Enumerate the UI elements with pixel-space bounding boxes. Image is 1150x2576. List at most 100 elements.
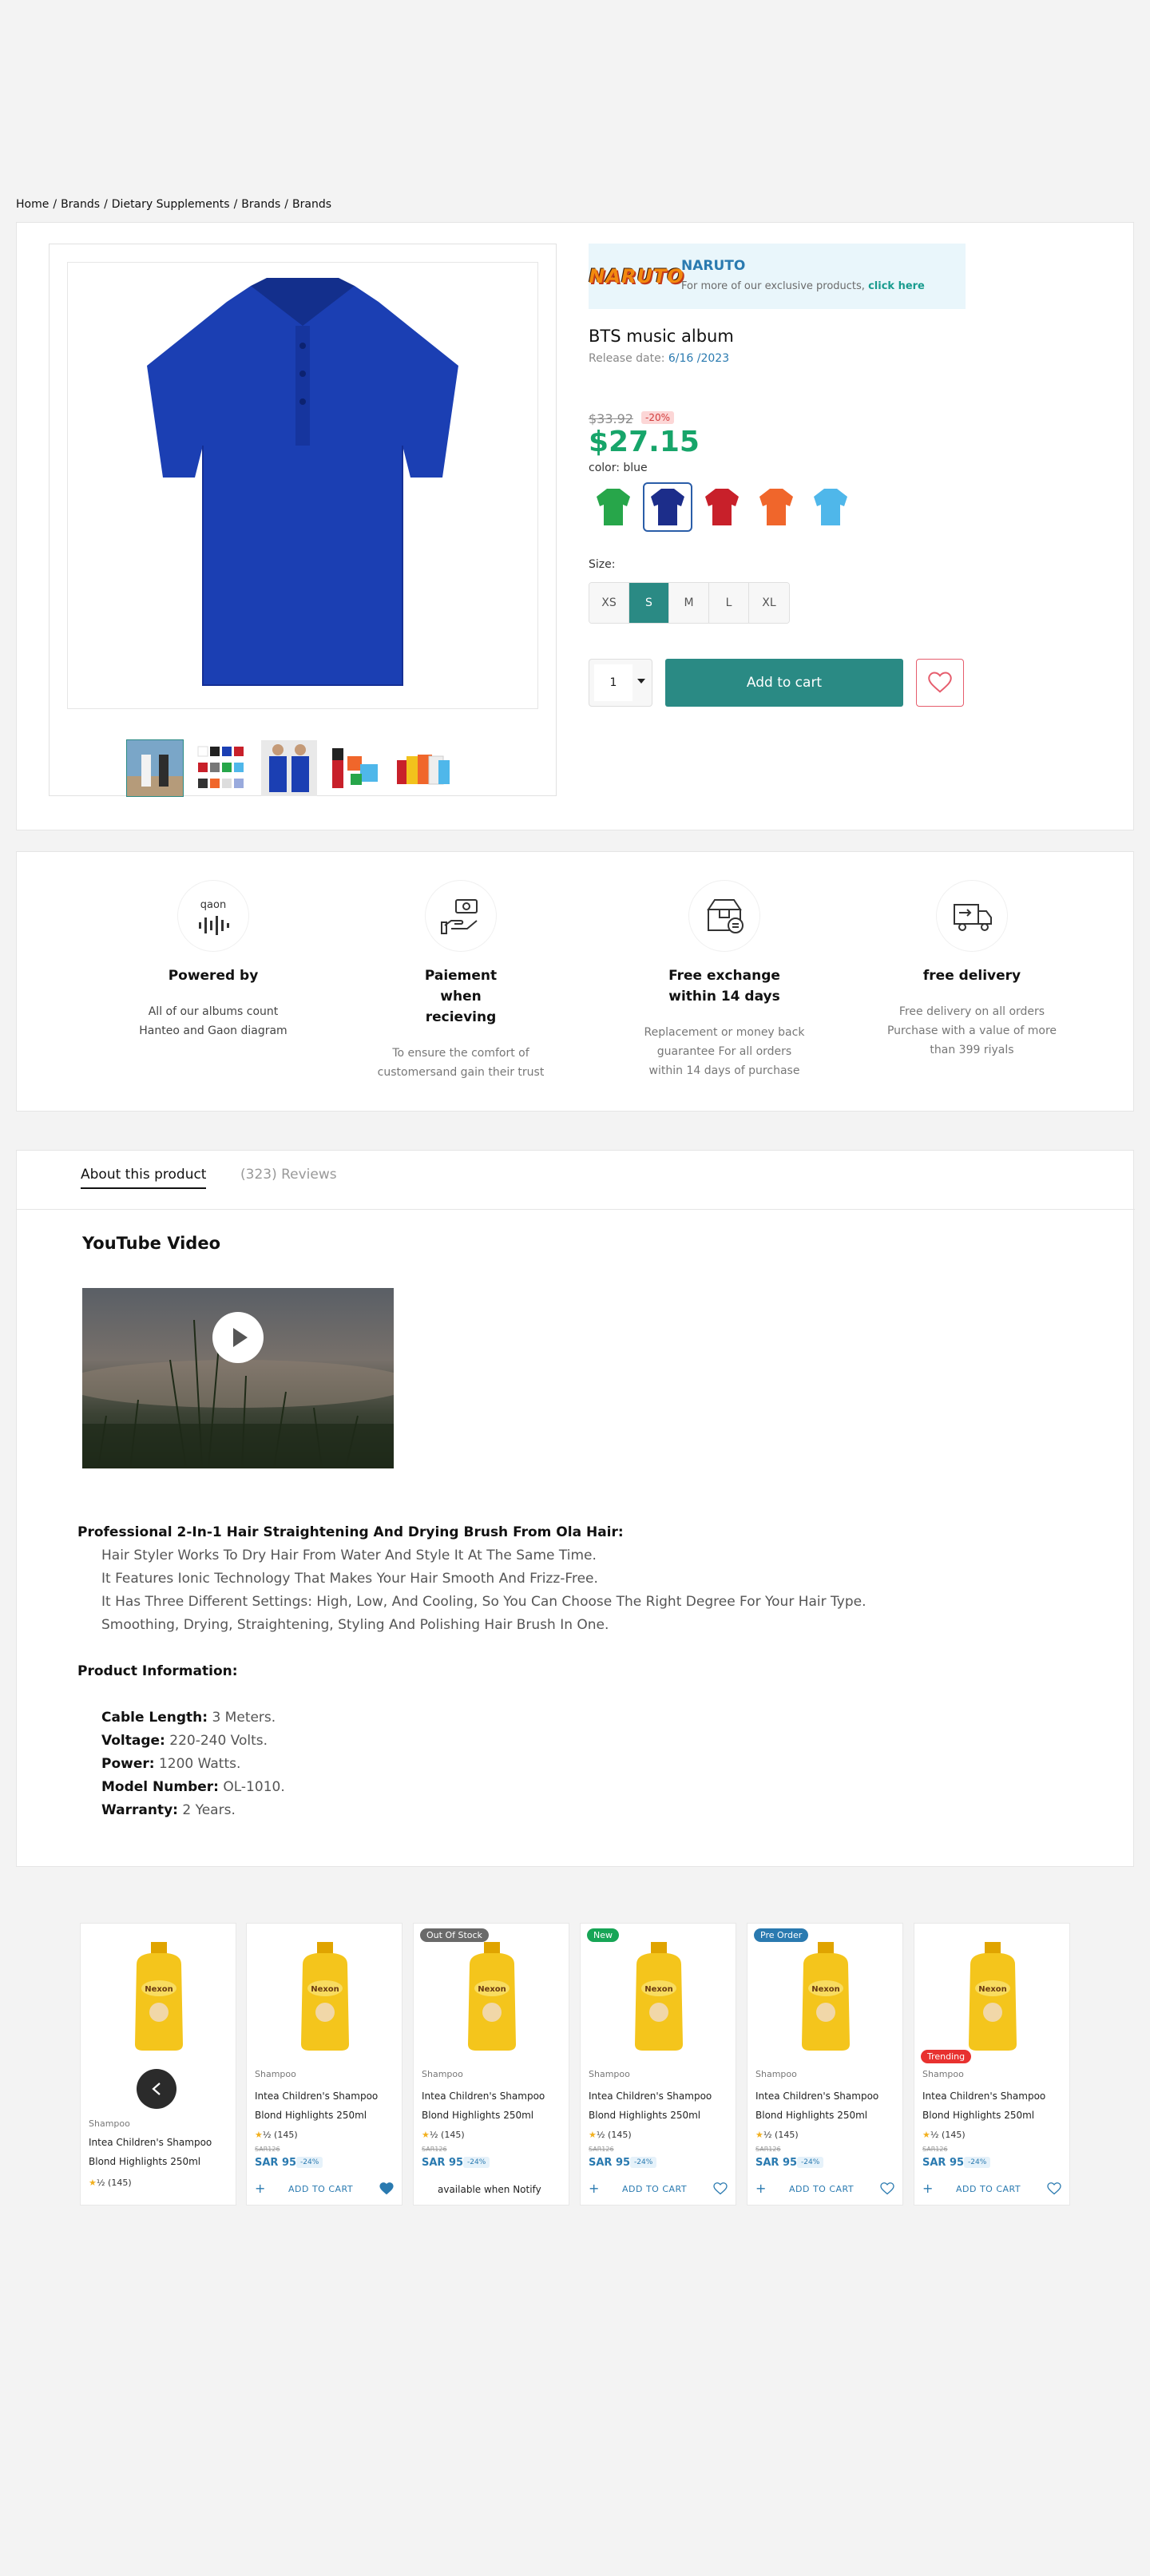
tab-reviews[interactable]: (323) Reviews <box>240 1167 337 1187</box>
plus-icon[interactable]: + <box>255 2181 265 2196</box>
info-row-power: Power: 1200 Watts. <box>101 1756 241 1772</box>
heart-icon[interactable] <box>1047 2182 1061 2198</box>
brand-banner: NARUTO NARUTO For more of our exclusive … <box>589 244 966 309</box>
product-price: SAR 95 <box>922 2157 965 2169</box>
svg-text:Nexon: Nexon <box>145 1985 173 1994</box>
add-to-cart-link[interactable]: ADD TO CART <box>288 2184 353 2194</box>
size-option-l[interactable]: L <box>709 583 749 623</box>
new-badge: New <box>587 1928 619 1942</box>
brand-logo[interactable]: NARUTO <box>589 258 683 295</box>
quantity-select[interactable]: 1 <box>589 659 652 707</box>
thumbnail-5[interactable] <box>395 739 452 797</box>
product-old-price: SAR126 <box>589 2146 614 2153</box>
product-name[interactable]: Intea Children's Shampoo Blond Highlight… <box>589 2087 732 2125</box>
heart-icon[interactable] <box>713 2182 728 2198</box>
size-option-m[interactable]: M <box>669 583 709 623</box>
youtube-video[interactable] <box>82 1288 394 1468</box>
tab-about[interactable]: About this product <box>81 1167 207 1189</box>
color-swatch-orange[interactable] <box>751 482 801 532</box>
brand-name: NARUTO <box>681 258 746 274</box>
thumbnail-1[interactable] <box>126 739 184 797</box>
color-swatch-green[interactable] <box>589 482 638 532</box>
wishlist-button[interactable] <box>916 659 964 707</box>
description-line: Hair Styler Works To Dry Hair From Water… <box>101 1548 597 1563</box>
svg-text:qaon: qaon <box>200 899 226 911</box>
thumbnail-4[interactable] <box>327 739 385 797</box>
product-image[interactable]: Nexon <box>953 1936 1033 2056</box>
add-to-cart-link[interactable]: ADD TO CART <box>622 2184 687 2194</box>
size-option-s[interactable]: S <box>629 583 669 623</box>
thumbnail-3[interactable] <box>260 739 318 797</box>
product-discount: -24% <box>296 2157 323 2168</box>
old-price: $33.92 <box>589 411 633 426</box>
product-image[interactable]: Nexon <box>619 1936 699 2056</box>
svg-text:Nexon: Nexon <box>311 1985 339 1994</box>
heart-icon[interactable] <box>379 2182 394 2198</box>
breadcrumb-brands-2[interactable]: Brands <box>241 198 280 211</box>
feature-desc: All of our albums count Hanteo and Gaon … <box>139 1005 288 1037</box>
color-swatch-blue[interactable] <box>643 482 692 532</box>
breadcrumb-home[interactable]: Home <box>16 198 49 211</box>
color-swatch-red[interactable] <box>697 482 747 532</box>
product-card-4[interactable]: New Nexon Shampoo Intea Children's Shamp… <box>580 1923 736 2205</box>
box-exchange-icon <box>689 881 759 951</box>
main-product-image[interactable] <box>67 262 538 709</box>
product-rating: ★½ (145) <box>422 2130 465 2140</box>
product-name[interactable]: Intea Children's Shampoo Blond Highlight… <box>755 2087 899 2125</box>
youtube-heading: YouTube Video <box>82 1234 220 1253</box>
caret-down-icon[interactable] <box>637 679 645 684</box>
product-image[interactable]: Nexon <box>285 1936 365 2056</box>
product-name[interactable]: Intea Children's Shampoo Blond Highlight… <box>255 2087 399 2125</box>
color-label: color: blue <box>589 462 648 474</box>
product-discount: -24% <box>463 2157 490 2168</box>
breadcrumb-brands[interactable]: Brands <box>61 198 100 211</box>
size-option-xs[interactable]: XS <box>589 583 629 623</box>
size-option-xl[interactable]: XL <box>749 583 789 623</box>
info-row-model: Model Number: OL-1010. <box>101 1779 285 1795</box>
feature-delivery: free delivery Free delivery on all order… <box>860 881 1084 1060</box>
carousel-prev-button[interactable] <box>137 2069 176 2109</box>
add-to-cart-link[interactable]: ADD TO CART <box>956 2184 1021 2194</box>
click-here-link[interactable]: click here <box>868 280 925 292</box>
plus-icon[interactable]: + <box>755 2181 766 2196</box>
info-row-voltage: Voltage: 220-240 Volts. <box>101 1733 268 1749</box>
notify-link[interactable]: available when Notify <box>438 2184 541 2195</box>
svg-text:Nexon: Nexon <box>978 1985 1007 1994</box>
product-discount: -24% <box>630 2157 657 2168</box>
chart-icon: qaon <box>178 881 248 951</box>
plus-icon[interactable]: + <box>589 2181 599 2196</box>
product-image[interactable]: Nexon <box>452 1936 532 2056</box>
thumbnail-2[interactable] <box>193 739 251 797</box>
heart-icon[interactable] <box>880 2182 894 2198</box>
product-card-6[interactable]: Nexon Trending Shampoo Intea Children's … <box>914 1923 1070 2205</box>
product-image[interactable]: Nexon <box>119 1936 199 2056</box>
product-discount: -24% <box>964 2157 991 2168</box>
product-name[interactable]: Intea Children's Shampoo Blond Highlight… <box>89 2133 232 2171</box>
product-old-price: SAR126 <box>755 2146 781 2153</box>
product-rating: ★½ (145) <box>755 2130 799 2140</box>
add-to-cart-link[interactable]: ADD TO CART <box>789 2184 854 2194</box>
feature-title: Paiement when recieving <box>424 968 498 1025</box>
breadcrumb-dietary-supplements[interactable]: Dietary Supplements <box>112 198 230 211</box>
product-name[interactable]: Intea Children's Shampoo Blond Highlight… <box>922 2087 1066 2125</box>
plus-icon[interactable]: + <box>922 2181 933 2196</box>
info-row-warranty: Warranty: 2 Years. <box>101 1802 236 1818</box>
product-category: Shampoo <box>922 2069 964 2079</box>
product-old-price: SAR126 <box>422 2146 447 2153</box>
info-row-cable: Cable Length: 3 Meters. <box>101 1710 276 1726</box>
product-card-1[interactable]: Nexon Shampoo Intea Children's Shampoo B… <box>80 1923 236 2205</box>
product-card-2[interactable]: Nexon Shampoo Intea Children's Shampoo B… <box>246 1923 402 2205</box>
quantity-value[interactable]: 1 <box>594 664 632 701</box>
trending-badge: Trending <box>921 2050 972 2063</box>
product-card-3[interactable]: Out Of Stock Nexon Shampoo Intea Childre… <box>413 1923 569 2205</box>
color-swatch-light-blue[interactable] <box>806 482 855 532</box>
product-name[interactable]: Intea Children's Shampoo Blond Highlight… <box>422 2087 565 2125</box>
play-icon[interactable] <box>212 1312 264 1363</box>
product-image[interactable]: Nexon <box>786 1936 866 2056</box>
product-info-heading: Product Information: <box>77 1663 238 1679</box>
discount-badge: -20% <box>641 411 675 424</box>
product-card-5[interactable]: Pre Order Nexon Shampoo Intea Children's… <box>747 1923 903 2205</box>
brand-note: For more of our exclusive products, clic… <box>681 280 925 292</box>
product-category: Shampoo <box>589 2069 630 2079</box>
add-to-cart-button[interactable]: Add to cart <box>665 659 903 707</box>
